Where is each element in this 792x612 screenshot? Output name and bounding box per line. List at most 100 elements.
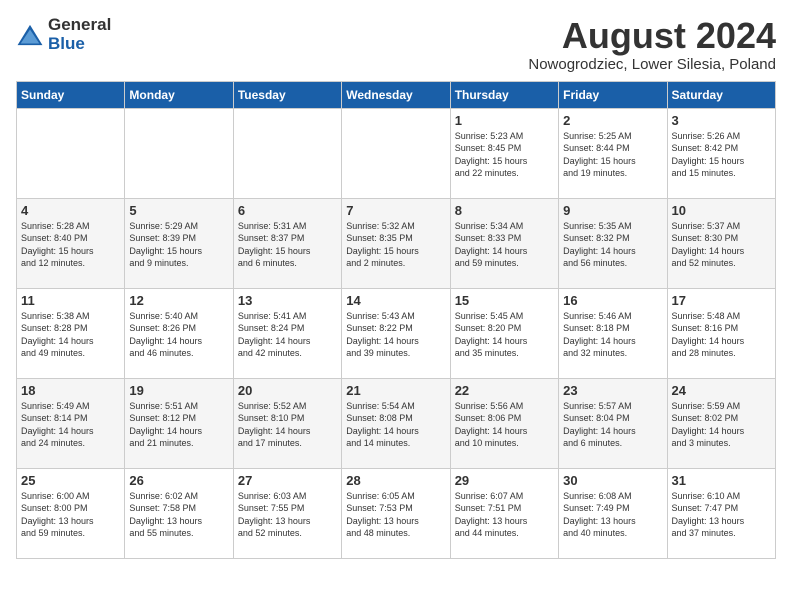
day-info: Sunrise: 5:40 AMSunset: 8:26 PMDaylight:… <box>129 310 228 360</box>
calendar-header: Sunday Monday Tuesday Wednesday Thursday… <box>17 81 776 108</box>
day-number: 29 <box>455 473 554 488</box>
day-number: 23 <box>563 383 662 398</box>
table-row: 7 Sunrise: 5:32 AMSunset: 8:35 PMDaylight… <box>342 198 450 288</box>
day-info: Sunrise: 6:10 AMSunset: 7:47 PMDaylight:… <box>672 490 771 540</box>
table-row: 30 Sunrise: 6:08 AMSunset: 7:49 PMDayligh… <box>559 468 667 558</box>
table-row: 20Sunrise: 5:52 AMSunset: 8:10 PMDayligh… <box>233 378 341 468</box>
table-row: 14 Sunrise: 5:43 AMSunset: 8:22 PMDayligh… <box>342 288 450 378</box>
day-info: Sunrise: 5:23 AMSunset: 8:45 PMDaylight:… <box>455 130 554 180</box>
day-number: 14 <box>346 293 445 308</box>
day-info: Sunrise: 5:29 AMSunset: 8:39 PMDaylight:… <box>129 220 228 270</box>
day-number: 12 <box>129 293 228 308</box>
table-row <box>17 108 125 198</box>
table-row: 23 Sunrise: 5:57 AMSunset: 8:04 PMDayligh… <box>559 378 667 468</box>
day-number: 9 <box>563 203 662 218</box>
day-number: 25 <box>21 473 120 488</box>
table-row: 15 Sunrise: 5:45 AMSunset: 8:20 PMDayligh… <box>450 288 558 378</box>
day-number: 3 <box>672 113 771 128</box>
table-row: 10Sunrise: 5:37 AMSunset: 8:30 PMDayligh… <box>667 198 775 288</box>
day-number: 17 <box>672 293 771 308</box>
calendar-table: Sunday Monday Tuesday Wednesday Thursday… <box>16 81 776 559</box>
col-wednesday: Wednesday <box>342 81 450 108</box>
table-row: 31Sunrise: 6:10 AMSunset: 7:47 PMDayligh… <box>667 468 775 558</box>
day-info: Sunrise: 6:00 AMSunset: 8:00 PMDaylight:… <box>21 490 120 540</box>
calendar-week-1: 1 Sunrise: 5:23 AMSunset: 8:45 PMDaylight… <box>17 108 776 198</box>
day-number: 19 <box>129 383 228 398</box>
day-number: 18 <box>21 383 120 398</box>
table-row: 11 Sunrise: 5:38 AMSunset: 8:28 PMDayligh… <box>17 288 125 378</box>
day-number: 22 <box>455 383 554 398</box>
table-row: 3 Sunrise: 5:26 AMSunset: 8:42 PMDaylight… <box>667 108 775 198</box>
day-number: 24 <box>672 383 771 398</box>
day-info: Sunrise: 6:08 AMSunset: 7:49 PMDaylight:… <box>563 490 662 540</box>
day-info: Sunrise: 5:32 AMSunset: 8:35 PMDaylight:… <box>346 220 445 270</box>
col-thursday: Thursday <box>450 81 558 108</box>
table-row: 25 Sunrise: 6:00 AMSunset: 8:00 PMDayligh… <box>17 468 125 558</box>
day-number: 15 <box>455 293 554 308</box>
day-info: Sunrise: 5:34 AMSunset: 8:33 PMDaylight:… <box>455 220 554 270</box>
day-info: Sunrise: 5:49 AMSunset: 8:14 PMDaylight:… <box>21 400 120 450</box>
day-info: Sunrise: 6:07 AMSunset: 7:51 PMDaylight:… <box>455 490 554 540</box>
day-info: Sunrise: 5:43 AMSunset: 8:22 PMDaylight:… <box>346 310 445 360</box>
table-row: 24Sunrise: 5:59 AMSunset: 8:02 PMDayligh… <box>667 378 775 468</box>
table-row: 5 Sunrise: 5:29 AMSunset: 8:39 PMDaylight… <box>125 198 233 288</box>
table-row: 8 Sunrise: 5:34 AMSunset: 8:33 PMDaylight… <box>450 198 558 288</box>
day-info: Sunrise: 5:26 AMSunset: 8:42 PMDaylight:… <box>672 130 771 180</box>
calendar-week-3: 11 Sunrise: 5:38 AMSunset: 8:28 PMDayligh… <box>17 288 776 378</box>
title-area: August 2024 Nowogrodziec, Lower Silesia,… <box>528 16 776 73</box>
table-row <box>125 108 233 198</box>
table-row: 2 Sunrise: 5:25 AMSunset: 8:44 PMDaylight… <box>559 108 667 198</box>
day-info: Sunrise: 5:57 AMSunset: 8:04 PMDaylight:… <box>563 400 662 450</box>
day-number: 30 <box>563 473 662 488</box>
col-friday: Friday <box>559 81 667 108</box>
day-info: Sunrise: 5:48 AMSunset: 8:16 PMDaylight:… <box>672 310 771 360</box>
day-info: Sunrise: 5:38 AMSunset: 8:28 PMDaylight:… <box>21 310 120 360</box>
logo-text-general: General <box>48 16 111 35</box>
col-saturday: Saturday <box>667 81 775 108</box>
day-number: 27 <box>238 473 337 488</box>
calendar-body: 1 Sunrise: 5:23 AMSunset: 8:45 PMDaylight… <box>17 108 776 558</box>
day-info: Sunrise: 6:02 AMSunset: 7:58 PMDaylight:… <box>129 490 228 540</box>
table-row: 27 Sunrise: 6:03 AMSunset: 7:55 PMDayligh… <box>233 468 341 558</box>
day-info: Sunrise: 5:54 AMSunset: 8:08 PMDaylight:… <box>346 400 445 450</box>
table-row: 1 Sunrise: 5:23 AMSunset: 8:45 PMDaylight… <box>450 108 558 198</box>
day-info: Sunrise: 6:03 AMSunset: 7:55 PMDaylight:… <box>238 490 337 540</box>
table-row: 21Sunrise: 5:54 AMSunset: 8:08 PMDayligh… <box>342 378 450 468</box>
col-sunday: Sunday <box>17 81 125 108</box>
day-number: 4 <box>21 203 120 218</box>
table-row: 28Sunrise: 6:05 AMSunset: 7:53 PMDayligh… <box>342 468 450 558</box>
day-info: Sunrise: 5:56 AMSunset: 8:06 PMDaylight:… <box>455 400 554 450</box>
col-monday: Monday <box>125 81 233 108</box>
table-row: 22 Sunrise: 5:56 AMSunset: 8:06 PMDayligh… <box>450 378 558 468</box>
col-tuesday: Tuesday <box>233 81 341 108</box>
day-number: 2 <box>563 113 662 128</box>
table-row: 4 Sunrise: 5:28 AMSunset: 8:40 PMDaylight… <box>17 198 125 288</box>
day-info: Sunrise: 5:28 AMSunset: 8:40 PMDaylight:… <box>21 220 120 270</box>
day-info: Sunrise: 5:52 AMSunset: 8:10 PMDaylight:… <box>238 400 337 450</box>
calendar-week-5: 25 Sunrise: 6:00 AMSunset: 8:00 PMDayligh… <box>17 468 776 558</box>
day-info: Sunrise: 5:51 AMSunset: 8:12 PMDaylight:… <box>129 400 228 450</box>
day-number: 5 <box>129 203 228 218</box>
day-number: 8 <box>455 203 554 218</box>
day-number: 11 <box>21 293 120 308</box>
day-info: Sunrise: 5:45 AMSunset: 8:20 PMDaylight:… <box>455 310 554 360</box>
day-number: 1 <box>455 113 554 128</box>
table-row <box>233 108 341 198</box>
logo-text-blue: Blue <box>48 35 111 54</box>
day-info: Sunrise: 6:05 AMSunset: 7:53 PMDaylight:… <box>346 490 445 540</box>
table-row: 17 Sunrise: 5:48 AMSunset: 8:16 PMDayligh… <box>667 288 775 378</box>
day-info: Sunrise: 5:31 AMSunset: 8:37 PMDaylight:… <box>238 220 337 270</box>
table-row: 18 Sunrise: 5:49 AMSunset: 8:14 PMDayligh… <box>17 378 125 468</box>
day-info: Sunrise: 5:35 AMSunset: 8:32 PMDaylight:… <box>563 220 662 270</box>
day-number: 26 <box>129 473 228 488</box>
day-number: 7 <box>346 203 445 218</box>
day-info: Sunrise: 5:25 AMSunset: 8:44 PMDaylight:… <box>563 130 662 180</box>
table-row <box>342 108 450 198</box>
table-row: 6 Sunrise: 5:31 AMSunset: 8:37 PMDaylight… <box>233 198 341 288</box>
table-row: 9 Sunrise: 5:35 AMSunset: 8:32 PMDaylight… <box>559 198 667 288</box>
table-row: 29 Sunrise: 6:07 AMSunset: 7:51 PMDayligh… <box>450 468 558 558</box>
day-info: Sunrise: 5:41 AMSunset: 8:24 PMDaylight:… <box>238 310 337 360</box>
calendar-week-4: 18 Sunrise: 5:49 AMSunset: 8:14 PMDayligh… <box>17 378 776 468</box>
header: General Blue August 2024 Nowogrodziec, L… <box>16 16 776 73</box>
day-number: 6 <box>238 203 337 218</box>
